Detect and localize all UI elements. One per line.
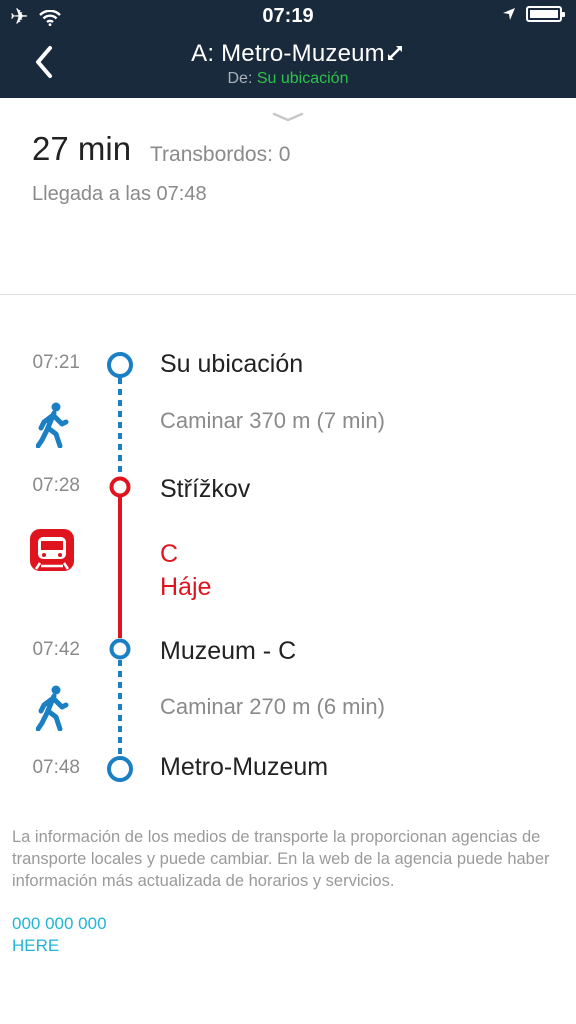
transit-line-name: C <box>160 540 179 568</box>
stop-name: Metro-Muzeum <box>160 753 329 781</box>
trip-duration: 27 min <box>32 130 132 167</box>
walking-person-icon <box>36 685 69 731</box>
stop-name: Střížkov <box>160 475 251 503</box>
expand-icon[interactable] <box>386 44 404 62</box>
stop-time: 07:48 <box>32 757 80 778</box>
pull-handle-icon[interactable] <box>272 110 304 124</box>
transfer-count: Transbordos: 0 <box>150 143 291 166</box>
agency-phone-link[interactable]: 000 000 000 <box>12 914 107 934</box>
stop-name: Muzeum - C <box>160 637 297 665</box>
transit-direction: Háje <box>160 573 212 601</box>
origin-value: Su ubicación <box>256 70 349 87</box>
route-line <box>118 378 122 756</box>
stop-time: 07:21 <box>32 352 80 373</box>
provider-link[interactable]: HERE <box>12 936 59 956</box>
walk-segment-label: Caminar 370 m (7 min) <box>160 408 385 433</box>
status-time: 07:19 <box>262 5 314 27</box>
arrival-time: Llegada a las 07:48 <box>32 183 207 205</box>
location-arrow-icon <box>503 8 515 20</box>
origin-node-icon <box>107 352 133 378</box>
origin-label: De: <box>227 70 253 87</box>
walk-segment-label: Caminar 270 m (6 min) <box>160 694 385 719</box>
stop-name: Su ubicación <box>160 350 304 378</box>
destination-node-icon <box>107 756 133 782</box>
metro-train-icon <box>30 529 74 571</box>
top-bar: ✈ 07:19 A: Metro-Muzeum De: Su ubicación <box>0 0 576 98</box>
status-right <box>502 6 565 22</box>
stop-time: 07:28 <box>32 475 80 496</box>
stop-time: 07:42 <box>32 639 80 660</box>
status-bar: ✈ 07:19 <box>0 0 576 34</box>
divider <box>0 294 576 295</box>
walking-person-icon <box>36 402 69 448</box>
alighting-node-icon <box>109 638 131 660</box>
route-origin: De: Su ubicación <box>0 70 576 88</box>
route-title: A: Metro-Muzeum <box>191 40 385 67</box>
battery-icon <box>526 6 565 22</box>
boarding-node-icon <box>109 476 131 498</box>
transport-disclaimer: La información de los medios de transpor… <box>12 828 550 890</box>
